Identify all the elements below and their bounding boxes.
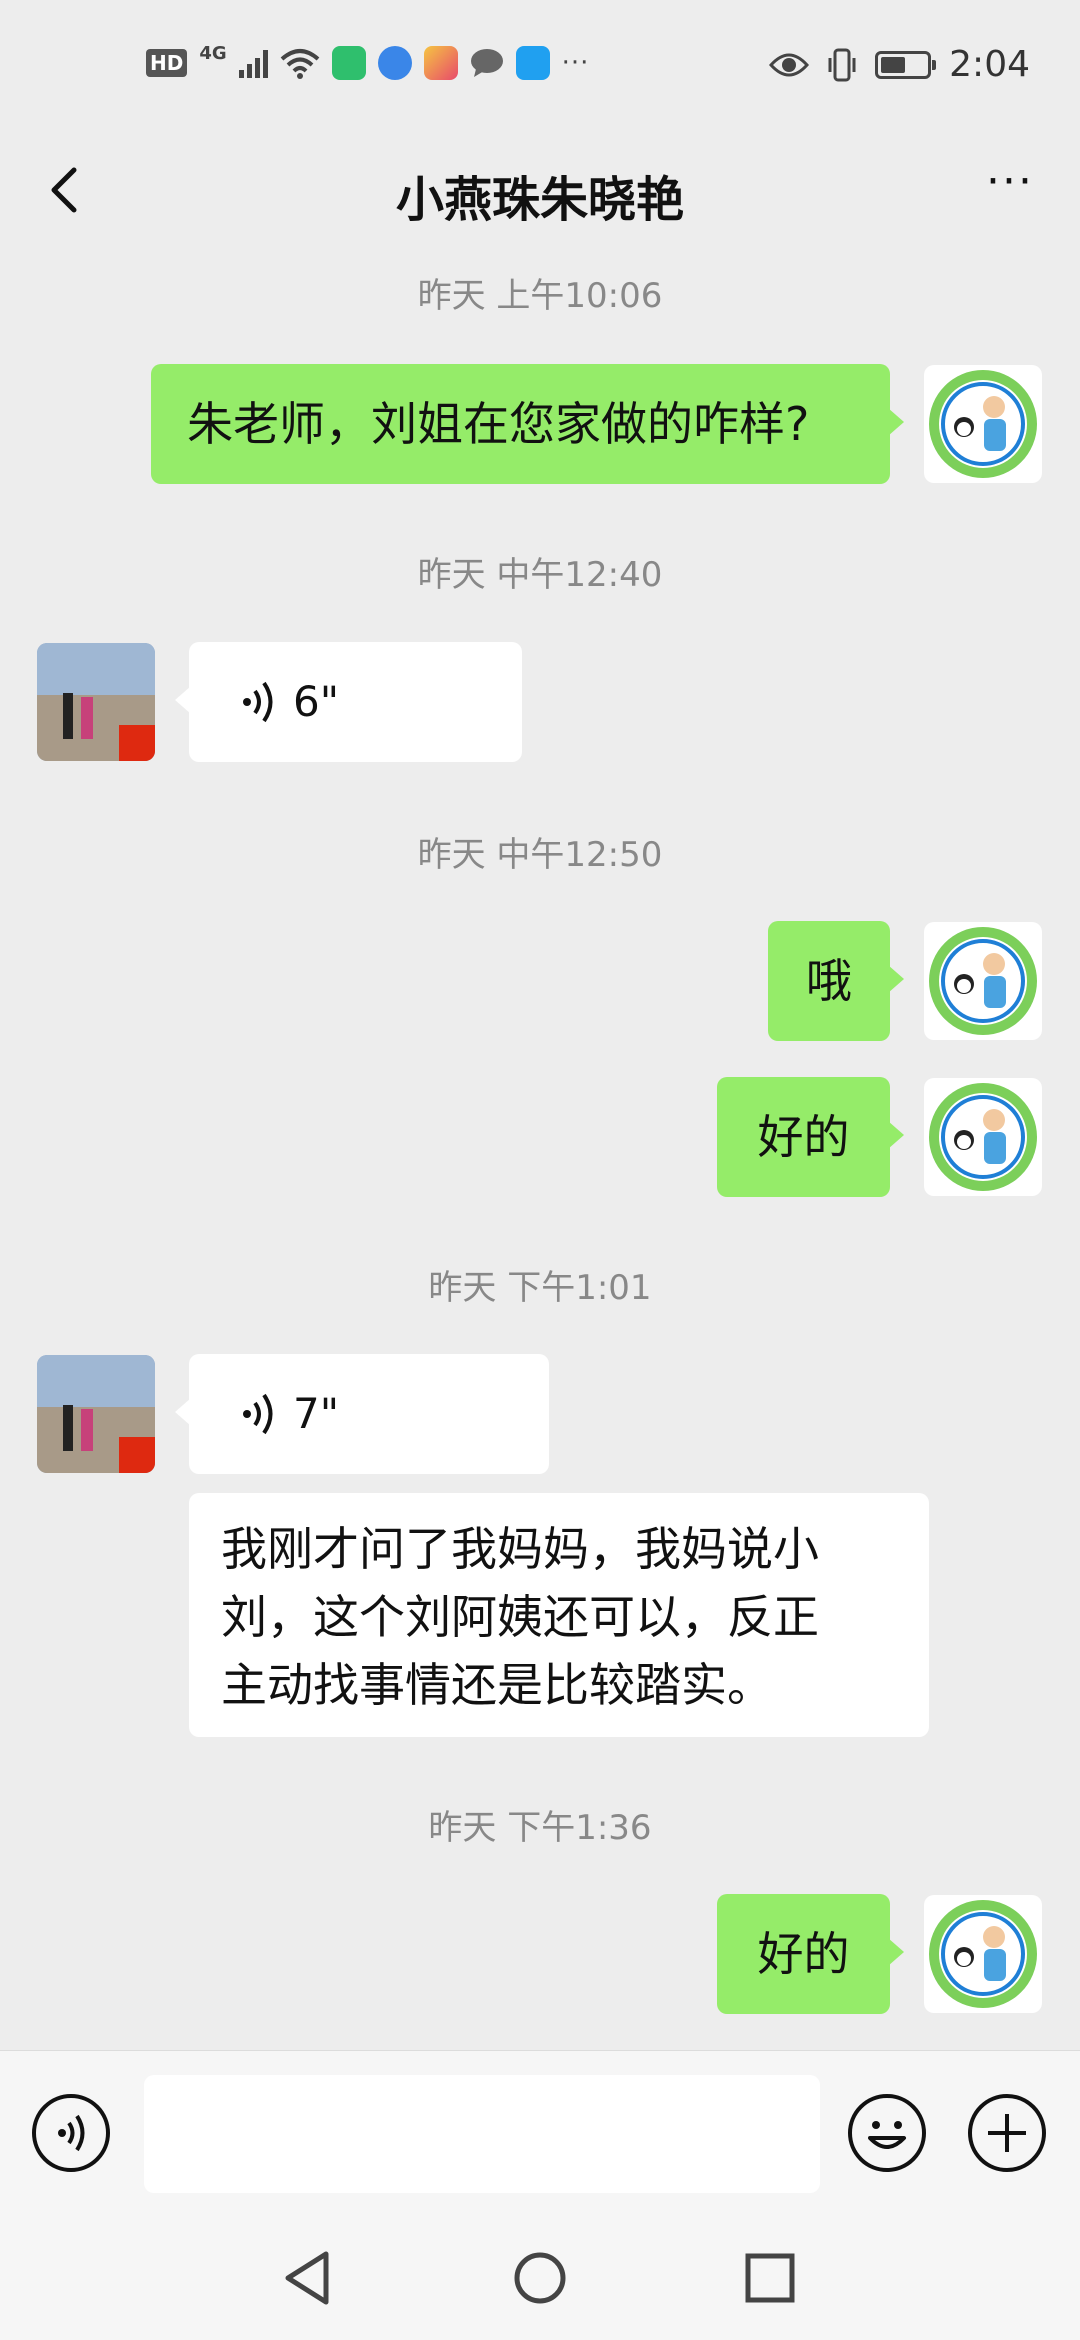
- voice-message-bubble[interactable]: 7": [175, 1354, 549, 1474]
- sent-message-bubble[interactable]: 好的: [717, 1894, 904, 2014]
- input-bar: [0, 2050, 1080, 2211]
- browser-app-icon: [377, 46, 412, 80]
- nav-recents-icon[interactable]: [744, 2252, 796, 2304]
- voice-play-icon: [243, 681, 273, 723]
- voice-play-icon: [243, 1393, 273, 1435]
- wifi-icon: [280, 49, 319, 79]
- eye-comfort-icon: [769, 53, 810, 76]
- plus-icon: [988, 2114, 1026, 2152]
- timestamp: 昨天 下午1:01: [428, 1268, 652, 1308]
- sent-message-bubble[interactable]: 朱老师，刘姐在您家做的咋样?: [151, 364, 904, 484]
- message-input[interactable]: [144, 2075, 820, 2193]
- search-app-icon: [515, 46, 550, 80]
- message-line: 刘，这个刘阿姨还可以，反正: [221, 1590, 819, 1644]
- chat-header: 小燕珠朱晓艳 ···: [0, 130, 1080, 250]
- sent-message-bubble[interactable]: 哦: [768, 921, 904, 1041]
- timestamp: 昨天 下午1:36: [428, 1808, 652, 1848]
- message-list[interactable]: 昨天 上午10:06 朱老师，刘姐在您家做的咋样? 昨天 中午12:40 6" …: [0, 250, 1080, 2050]
- status-left-icons: HD 4G ···: [146, 42, 590, 80]
- hd-icon: HD: [146, 49, 188, 77]
- message-line: 我刚才问了我妈妈，我妈说小: [221, 1522, 819, 1576]
- more-functions-button[interactable]: [968, 2094, 1046, 2172]
- panda-app-icon: [331, 46, 366, 80]
- chat-title: 小燕珠朱晓艳: [395, 172, 684, 228]
- voice-toggle-icon: [58, 2114, 85, 2152]
- nav-back-icon[interactable]: [282, 2250, 332, 2306]
- more-options-button[interactable]: ···: [970, 158, 1050, 222]
- my-avatar[interactable]: [924, 1895, 1042, 2013]
- message-app-icon: [470, 49, 503, 77]
- my-avatar[interactable]: [924, 1078, 1042, 1196]
- my-avatar[interactable]: [924, 922, 1042, 1040]
- voice-duration: 6": [293, 677, 340, 726]
- sent-message-bubble[interactable]: 好的: [717, 1077, 904, 1197]
- status-bar: HD 4G ··· 2:04: [0, 0, 1080, 130]
- system-nav-bar: [0, 2210, 1080, 2340]
- timestamp: 昨天 中午12:50: [417, 835, 663, 875]
- battery-icon: [875, 50, 937, 79]
- timestamp: 昨天 中午12:40: [417, 555, 663, 595]
- timestamp: 昨天 上午10:06: [417, 276, 663, 316]
- voice-message-bubble[interactable]: 6": [175, 642, 522, 762]
- network-type: 4G: [199, 42, 227, 64]
- signal-icon: [238, 48, 268, 78]
- more-notifications-icon: ···: [561, 48, 590, 78]
- received-message-bubble[interactable]: 我刚才问了我妈妈，我妈说小 刘，这个刘阿姨还可以，反正 主动找事情还是比较踏实。: [189, 1493, 929, 1737]
- voice-input-button[interactable]: [32, 2094, 110, 2172]
- status-right-icons: 2:04: [769, 44, 1030, 85]
- emoji-button[interactable]: [848, 2094, 926, 2172]
- nav-home-icon[interactable]: [512, 2250, 568, 2306]
- contact-avatar[interactable]: [37, 643, 155, 761]
- my-avatar[interactable]: [924, 365, 1042, 483]
- message-line: 主动找事情还是比较踏实。: [221, 1658, 773, 1712]
- voice-duration: 7": [293, 1389, 340, 1438]
- paint-app-icon: [423, 46, 458, 80]
- contact-avatar[interactable]: [37, 1355, 155, 1473]
- clock: 2:04: [949, 44, 1030, 85]
- emoji-icon: [868, 2121, 906, 2149]
- vibrate-icon: [828, 48, 856, 81]
